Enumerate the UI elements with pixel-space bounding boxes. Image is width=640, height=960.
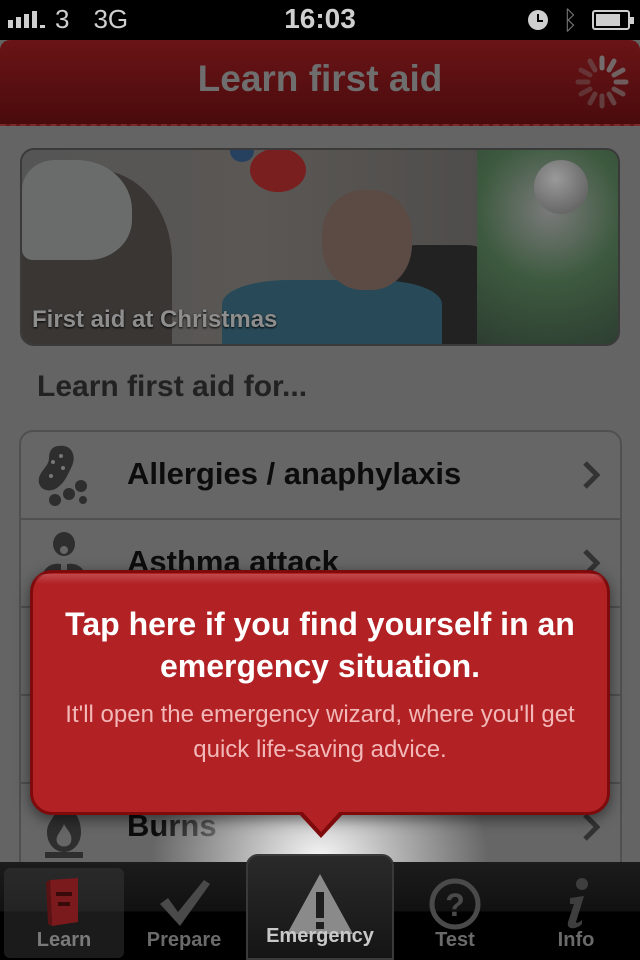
svg-text:?: ? — [445, 887, 465, 923]
balloon-red — [250, 150, 306, 192]
bluetooth-icon: ᛒ — [562, 5, 578, 35]
section-title: Learn first aid for... — [37, 370, 308, 403]
popover-subtext: It'll open the emergency wizard, where y… — [65, 701, 575, 763]
page-title: Learn first aid — [197, 58, 443, 99]
paper-hat — [22, 160, 132, 260]
tab-prepare[interactable]: Prepare — [124, 868, 244, 958]
alarm-clock-icon — [528, 10, 549, 30]
spinner-icon — [575, 55, 629, 109]
book-icon — [46, 878, 78, 926]
checkmark-icon — [160, 880, 210, 926]
status-right: ᛒ — [528, 5, 634, 35]
chevron-right-icon — [583, 461, 600, 489]
bauble — [534, 160, 588, 214]
popover-headline: Tap here if you find yourself in an emer… — [65, 606, 575, 684]
tab-emergency[interactable]: Emergency — [246, 854, 394, 960]
tab-label: Learn — [36, 929, 92, 951]
status-bar: 3 3G 16:03 ᛒ — [0, 0, 640, 40]
peanut-icon — [38, 445, 87, 506]
question-circle-icon: ? — [429, 878, 481, 930]
tab-test[interactable]: ? Test — [395, 868, 515, 958]
info-icon — [567, 878, 588, 929]
tab-info[interactable]: Info — [516, 868, 636, 958]
battery-icon — [592, 10, 634, 30]
tab-label: Emergency — [266, 925, 374, 947]
navigation-bar: Learn first aid — [0, 40, 640, 126]
chevron-right-icon — [583, 813, 600, 841]
tab-label: Test — [435, 929, 475, 951]
person-face — [322, 190, 412, 290]
list-item-label: Allergies / anaphylaxis — [127, 456, 462, 491]
list-item-allergies[interactable]: Allergies / anaphylaxis — [21, 432, 620, 520]
tab-label: Prepare — [146, 929, 222, 951]
tab-bar: Learn Prepare Emergency ? Test Info — [0, 854, 640, 960]
tab-label: Info — [557, 929, 595, 951]
tab-learn[interactable]: Learn — [4, 868, 124, 958]
featured-banner[interactable]: First aid at Christmas — [20, 148, 620, 346]
banner-caption: First aid at Christmas — [32, 306, 278, 333]
popover-pointer — [297, 809, 345, 838]
emergency-tip-popover[interactable]: Tap here if you find yourself in an emer… — [30, 570, 610, 815]
